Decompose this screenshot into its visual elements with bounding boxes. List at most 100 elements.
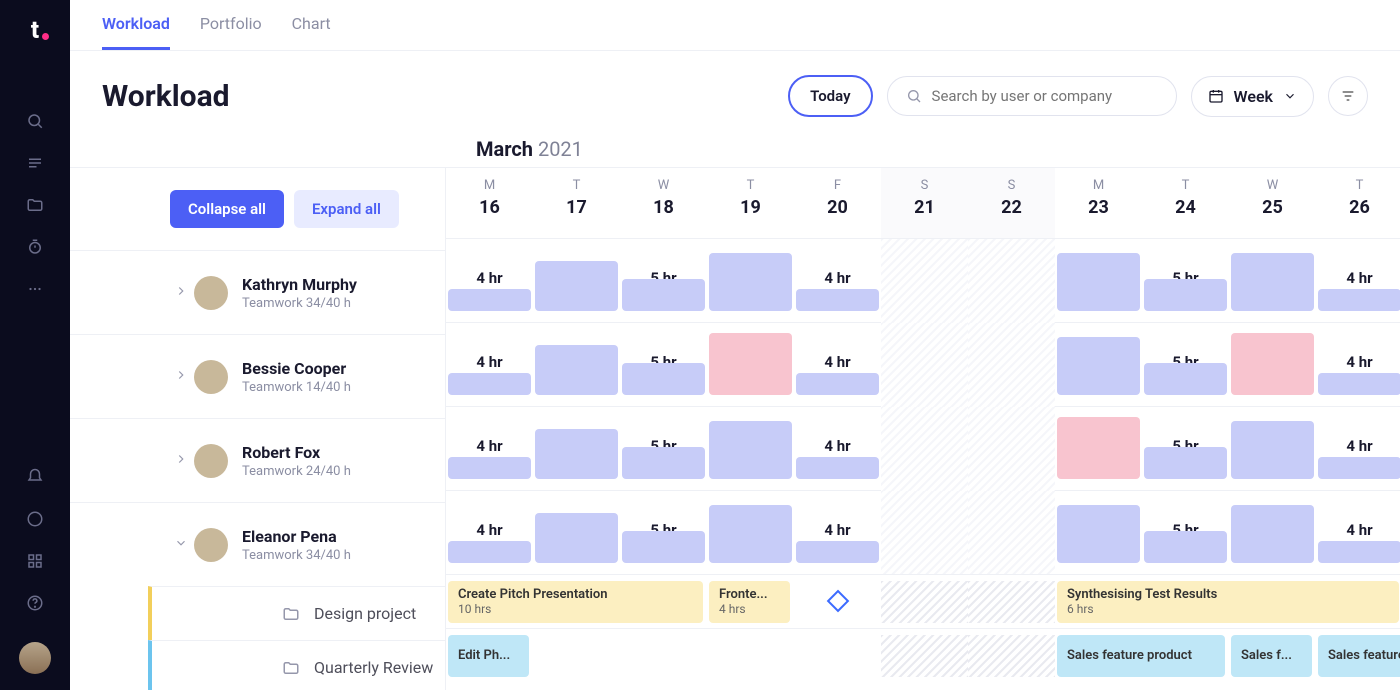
workload-cell[interactable]: 5 hr <box>620 239 707 323</box>
chevron-icon[interactable] <box>174 535 188 554</box>
timer-icon[interactable] <box>26 238 44 256</box>
task-bar[interactable]: Create Pitch Presentation 10 hrs <box>448 581 703 623</box>
list-icon[interactable] <box>26 154 44 172</box>
chevron-icon[interactable] <box>174 367 188 386</box>
workload-cell[interactable]: 9 hr <box>707 323 794 407</box>
tab-chart[interactable]: Chart <box>292 14 331 50</box>
day-header-cell: S22 <box>968 168 1055 238</box>
day-header-cell: T24 <box>1142 168 1229 238</box>
person-avatar <box>194 276 228 310</box>
search-icon <box>906 88 922 104</box>
day-header-cell: M23 <box>1055 168 1142 238</box>
search-field[interactable] <box>887 76 1177 116</box>
person-row[interactable]: Bessie Cooper Teamwork 14/40 h <box>70 334 445 418</box>
search-icon[interactable] <box>26 112 44 130</box>
workload-cell[interactable]: 7 hr <box>533 407 620 491</box>
page-title: Workload <box>102 79 230 114</box>
workload-cell[interactable]: 7 hr <box>533 491 620 575</box>
workload-cell[interactable]: 9 hr <box>1229 323 1316 407</box>
workload-cell[interactable]: 4 hr <box>446 407 533 491</box>
more-icon[interactable] <box>26 280 44 298</box>
bell-icon[interactable] <box>26 468 44 490</box>
workload-row: 4 hr 7 hr 5 hr 8 hr 4 hr 8 hr 5 hr 8 hr … <box>446 238 1400 322</box>
workload-cell[interactable]: 8 hr <box>1055 239 1142 323</box>
person-subtitle: Teamwork 34/40 h <box>242 296 357 311</box>
person-avatar <box>194 360 228 394</box>
workload-cell[interactable]: 8 hr <box>707 407 794 491</box>
workload-cell[interactable]: 4 hr <box>794 239 881 323</box>
workload-cell[interactable]: 4 hr <box>1316 239 1400 323</box>
collapse-all-button[interactable]: Collapse all <box>170 190 284 228</box>
period-select[interactable]: Week <box>1191 76 1314 117</box>
milestone-icon[interactable] <box>827 590 850 613</box>
workload-cell[interactable]: 5 hr <box>620 407 707 491</box>
workload-cell[interactable]: 9 hr <box>1055 407 1142 491</box>
person-subtitle: Teamwork 14/40 h <box>242 380 351 395</box>
workload-cell[interactable]: 8 hr <box>1055 323 1142 407</box>
task-bar[interactable]: Sales feature product <box>1057 635 1225 677</box>
day-header-cell: F20 <box>794 168 881 238</box>
day-header-cell: T26 <box>1316 168 1400 238</box>
workload-cell[interactable]: 5 hr <box>620 491 707 575</box>
person-row[interactable]: Eleanor Pena Teamwork 34/40 h <box>70 502 445 586</box>
tab-portfolio[interactable]: Portfolio <box>200 14 262 50</box>
filter-button[interactable] <box>1328 76 1368 116</box>
project-row-review[interactable]: Quarterly Review <box>148 640 445 690</box>
workload-cell[interactable]: 4 hr <box>794 407 881 491</box>
workload-cell[interactable]: 4 hr <box>446 323 533 407</box>
project-row-design[interactable]: Design project <box>148 586 445 640</box>
task-row-design: Create Pitch Presentation 10 hrs Fronte.… <box>446 574 1400 628</box>
task-bar[interactable]: Sales f... <box>1231 635 1312 677</box>
workload-row: 4 hr 7 hr 5 hr 8 hr 4 hr 8 hr 5 hr 8 hr … <box>446 490 1400 574</box>
workload-cell[interactable]: 4 hr <box>794 491 881 575</box>
workload-cell[interactable]: 4 hr <box>1316 323 1400 407</box>
workload-cell[interactable]: 4 hr <box>1316 407 1400 491</box>
calendar-icon <box>1208 88 1224 104</box>
chat-icon[interactable] <box>26 510 44 532</box>
workload-cell[interactable]: 5 hr <box>620 323 707 407</box>
folder-icon[interactable] <box>26 196 44 214</box>
person-row[interactable]: Kathryn Murphy Teamwork 34/40 h <box>70 250 445 334</box>
grid-icon[interactable] <box>26 552 44 574</box>
day-header-cell: W25 <box>1229 168 1316 238</box>
person-subtitle: Teamwork 34/40 h <box>242 548 351 563</box>
workload-cell[interactable]: 8 hr <box>707 491 794 575</box>
task-bar[interactable]: Synthesising Test Results 6 hrs <box>1057 581 1399 623</box>
period-label: Week <box>1234 87 1273 106</box>
workload-cell[interactable]: 4 hr <box>1316 491 1400 575</box>
workload-cell[interactable]: 4 hr <box>794 323 881 407</box>
day-header-cell: T19 <box>707 168 794 238</box>
expand-all-button[interactable]: Expand all <box>294 190 399 228</box>
workload-cell <box>881 407 968 491</box>
workload-cell[interactable]: 5 hr <box>1142 491 1229 575</box>
project-label: Quarterly Review <box>314 658 433 677</box>
workload-cell[interactable]: 8 hr <box>707 239 794 323</box>
workload-cell[interactable]: 8 hr <box>1055 491 1142 575</box>
workload-cell[interactable]: 8 hr <box>1229 407 1316 491</box>
folder-icon <box>282 659 300 677</box>
app-logo[interactable]: t <box>31 16 39 44</box>
help-icon[interactable] <box>26 594 44 616</box>
task-bar[interactable]: Edit Ph... <box>448 635 529 677</box>
workload-cell[interactable]: 5 hr <box>1142 407 1229 491</box>
view-tabs: Workload Portfolio Chart <box>70 0 1400 51</box>
person-name: Kathryn Murphy <box>242 275 357 294</box>
user-avatar[interactable] <box>19 642 51 674</box>
workload-cell[interactable]: 5 hr <box>1142 323 1229 407</box>
workload-cell[interactable]: 8 hr <box>1229 239 1316 323</box>
person-row[interactable]: Robert Fox Teamwork 24/40 h <box>70 418 445 502</box>
workload-cell[interactable]: 5 hr <box>1142 239 1229 323</box>
search-input[interactable] <box>932 87 1158 105</box>
workload-cell[interactable]: 4 hr <box>446 491 533 575</box>
task-bar[interactable]: Sales feature product <box>1318 635 1400 677</box>
workload-cell[interactable]: 8 hr <box>1229 491 1316 575</box>
chevron-icon[interactable] <box>174 451 188 470</box>
tab-workload[interactable]: Workload <box>102 14 170 50</box>
workload-row: 4 hr 7 hr 5 hr 9 hr 4 hr 8 hr 5 hr 9 hr … <box>446 322 1400 406</box>
workload-cell[interactable]: 7 hr <box>533 239 620 323</box>
workload-cell[interactable]: 4 hr <box>446 239 533 323</box>
task-bar[interactable]: Fronte... 4 hrs <box>709 581 790 623</box>
chevron-icon[interactable] <box>174 283 188 302</box>
workload-cell[interactable]: 7 hr <box>533 323 620 407</box>
today-button[interactable]: Today <box>788 75 872 117</box>
